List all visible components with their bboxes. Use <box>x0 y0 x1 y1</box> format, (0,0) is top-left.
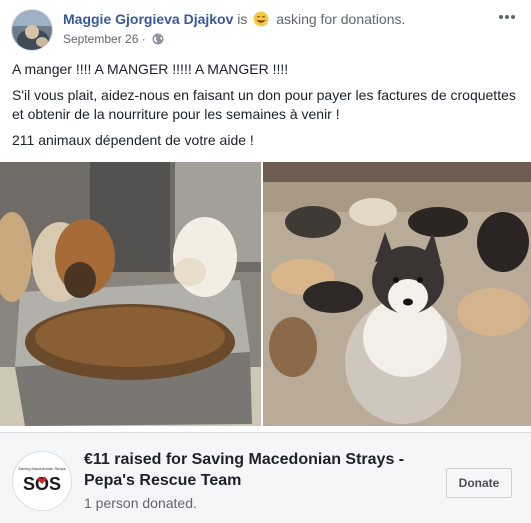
post-header: Maggie Gjorgieva Djajkov is asking for d… <box>0 0 531 58</box>
post-photos <box>0 162 531 426</box>
globe-icon[interactable] <box>152 33 164 45</box>
post-date[interactable]: September 26 <box>63 32 138 46</box>
facebook-post: Maggie Gjorgieva Djajkov is asking for d… <box>0 0 531 523</box>
post-text-line: S'il vous plait, aidez-nous en faisant u… <box>12 87 516 122</box>
fundraiser-title[interactable]: €11 raised for Saving Macedonian Strays … <box>84 449 434 491</box>
more-options-icon[interactable] <box>497 10 517 22</box>
avatar[interactable] <box>11 9 53 51</box>
donor-count: 1 person donated. <box>84 495 197 511</box>
author-name[interactable]: Maggie Gjorgieva Djajkov <box>63 11 233 27</box>
fundraiser-logo[interactable]: SOS Saving Macedonian Strays <box>12 451 72 511</box>
post-meta: September 26 · <box>63 32 164 46</box>
post-text-line: 211 animaux dépendent de votre aide ! <box>12 132 254 148</box>
logo-caption: Saving Macedonian Strays <box>18 466 66 471</box>
donate-button[interactable]: Donate <box>446 468 512 498</box>
fundraiser-card[interactable]: SOS Saving Macedonian Strays €11 raised … <box>0 432 531 523</box>
photo-husky-sitting[interactable] <box>263 162 531 426</box>
photo-dogs-eating[interactable] <box>0 162 261 426</box>
post-text-line: A manger !!!! A MANGER !!!!! A MANGER !!… <box>12 61 289 77</box>
meta-separator: · <box>141 32 146 46</box>
smiling-face-icon <box>253 11 269 27</box>
activity-text: asking for donations. <box>276 11 406 27</box>
is-text: is <box>237 11 248 27</box>
post-text: A manger !!!! A MANGER !!!!! A MANGER !!… <box>12 60 517 157</box>
author-line: Maggie Gjorgieva Djajkov is asking for d… <box>63 11 405 27</box>
